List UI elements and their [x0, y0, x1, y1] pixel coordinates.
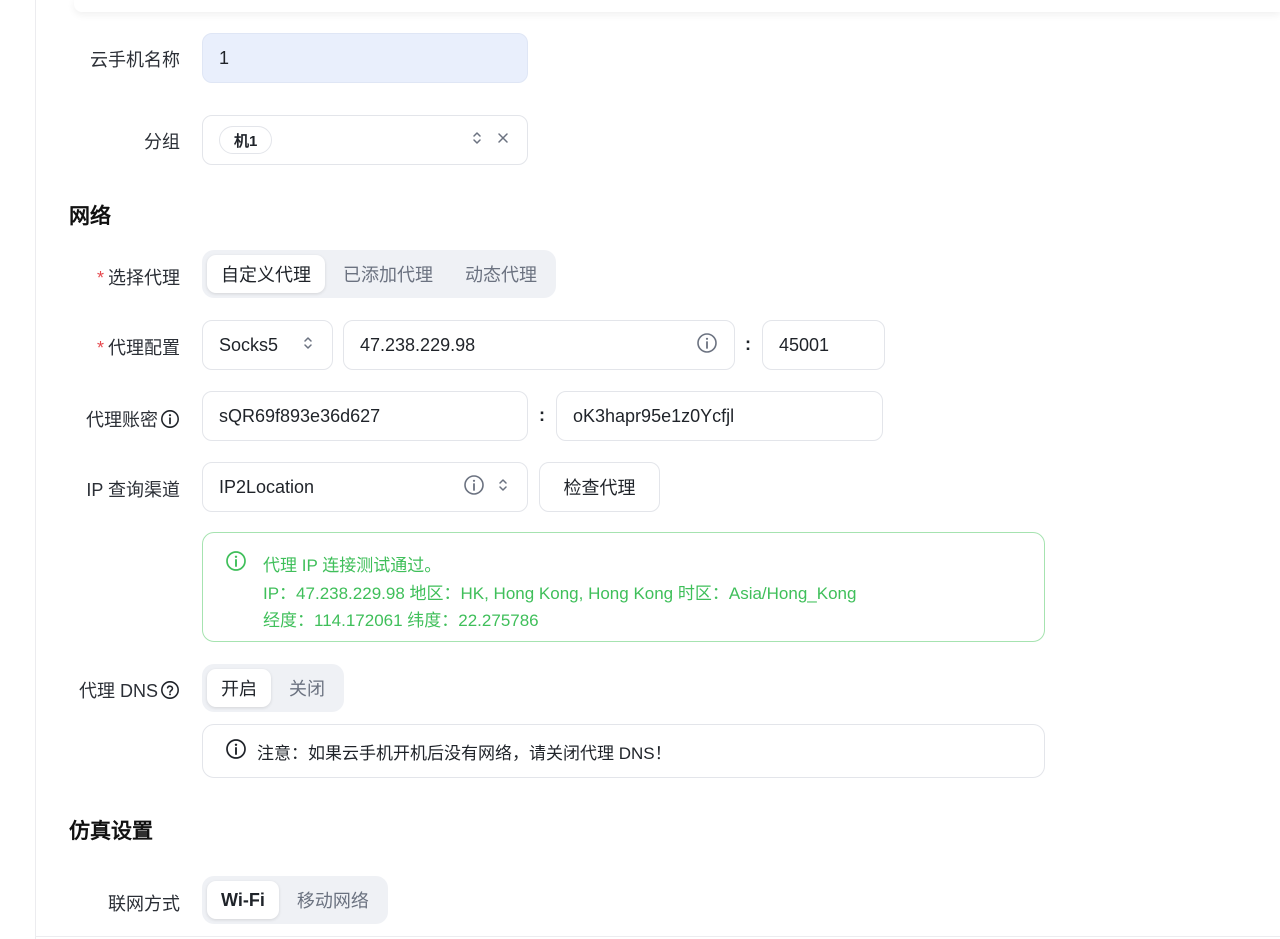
group-tag: 机1	[219, 126, 273, 154]
dns-option-on[interactable]: 开启	[207, 669, 271, 707]
result-line-location: IP：47.238.229.98 地区：HK, Hong Kong, Hong …	[263, 584, 857, 603]
proxy-config-label: * 代理配置	[96, 338, 180, 358]
clear-icon[interactable]	[495, 130, 511, 151]
name-label: 云手机名称	[90, 50, 180, 70]
proxy-select-label: * 选择代理	[96, 268, 180, 288]
proxy-mode-custom[interactable]: 自定义代理	[207, 255, 325, 293]
network-type-mobile[interactable]: 移动网络	[283, 881, 383, 919]
dns-toggle-segmented: 开启 关闭	[202, 664, 344, 712]
group-label: 分组	[144, 132, 180, 152]
ip-channel-select[interactable]: IP2Location	[202, 462, 528, 512]
protocol-value: Socks5	[219, 334, 279, 355]
account-label: 代理账密	[30, 406, 180, 434]
host-port-separator: :	[745, 334, 751, 354]
name-input[interactable]: 1	[202, 33, 528, 83]
result-line-status: 代理 IP 连接测试通过。	[263, 556, 442, 575]
host-input[interactable]: 47.238.229.98	[343, 320, 735, 370]
ip-channel-label: IP 查询渠道	[86, 480, 180, 500]
account-separator: :	[539, 405, 545, 425]
password-value: oK3hapr95e1z0Ycfjl	[573, 405, 735, 426]
network-section-title: 网络	[69, 205, 111, 228]
question-icon[interactable]	[160, 680, 180, 705]
password-input[interactable]: oK3hapr95e1z0Ycfjl	[556, 391, 883, 441]
ip-channel-value: IP2Location	[219, 476, 315, 497]
chevron-updown-icon	[300, 335, 316, 356]
port-value: 45001	[779, 334, 830, 355]
dns-label: 代理 DNS	[30, 677, 180, 705]
network-type-label: 联网方式	[108, 894, 180, 914]
username-value: sQR69f893e36d627	[219, 405, 381, 426]
dns-option-off[interactable]: 关闭	[275, 669, 339, 707]
top-panel-edge	[74, 0, 1280, 12]
info-icon	[225, 738, 247, 765]
group-select[interactable]: 机1	[202, 115, 528, 165]
network-type-segmented: Wi-Fi 移动网络	[202, 876, 388, 924]
name-value: 1	[219, 47, 230, 68]
proxy-test-result: 代理 IP 连接测试通过。 IP：47.238.229.98 地区：HK, Ho…	[202, 532, 1045, 642]
emulation-section-title: 仿真设置	[69, 820, 153, 843]
protocol-select[interactable]: Socks5	[202, 320, 333, 370]
result-line-coordinates: 经度：114.172061 纬度：22.275786	[263, 611, 539, 630]
dns-note: 注意：如果云手机开机后没有网络，请关闭代理 DNS！	[202, 724, 1045, 778]
host-value: 47.238.229.98	[360, 334, 476, 355]
check-proxy-button[interactable]: 检查代理	[539, 462, 660, 512]
chevron-updown-icon	[495, 477, 511, 498]
success-info-icon	[225, 550, 247, 577]
proxy-mode-added[interactable]: 已添加代理	[329, 255, 447, 293]
port-input[interactable]: 45001	[762, 320, 885, 370]
username-input[interactable]: sQR69f893e36d627	[202, 391, 528, 441]
network-type-wifi[interactable]: Wi-Fi	[207, 881, 279, 919]
proxy-mode-segmented: 自定义代理 已添加代理 动态代理	[202, 250, 556, 298]
bottom-divider	[35, 936, 1280, 937]
info-icon[interactable]	[696, 332, 718, 359]
info-icon[interactable]	[160, 409, 180, 434]
chevron-updown-icon[interactable]	[469, 130, 485, 151]
dns-note-text: 注意：如果云手机开机后没有网络，请关闭代理 DNS！	[257, 743, 672, 763]
proxy-mode-dynamic[interactable]: 动态代理	[451, 255, 551, 293]
info-icon[interactable]	[463, 474, 485, 501]
